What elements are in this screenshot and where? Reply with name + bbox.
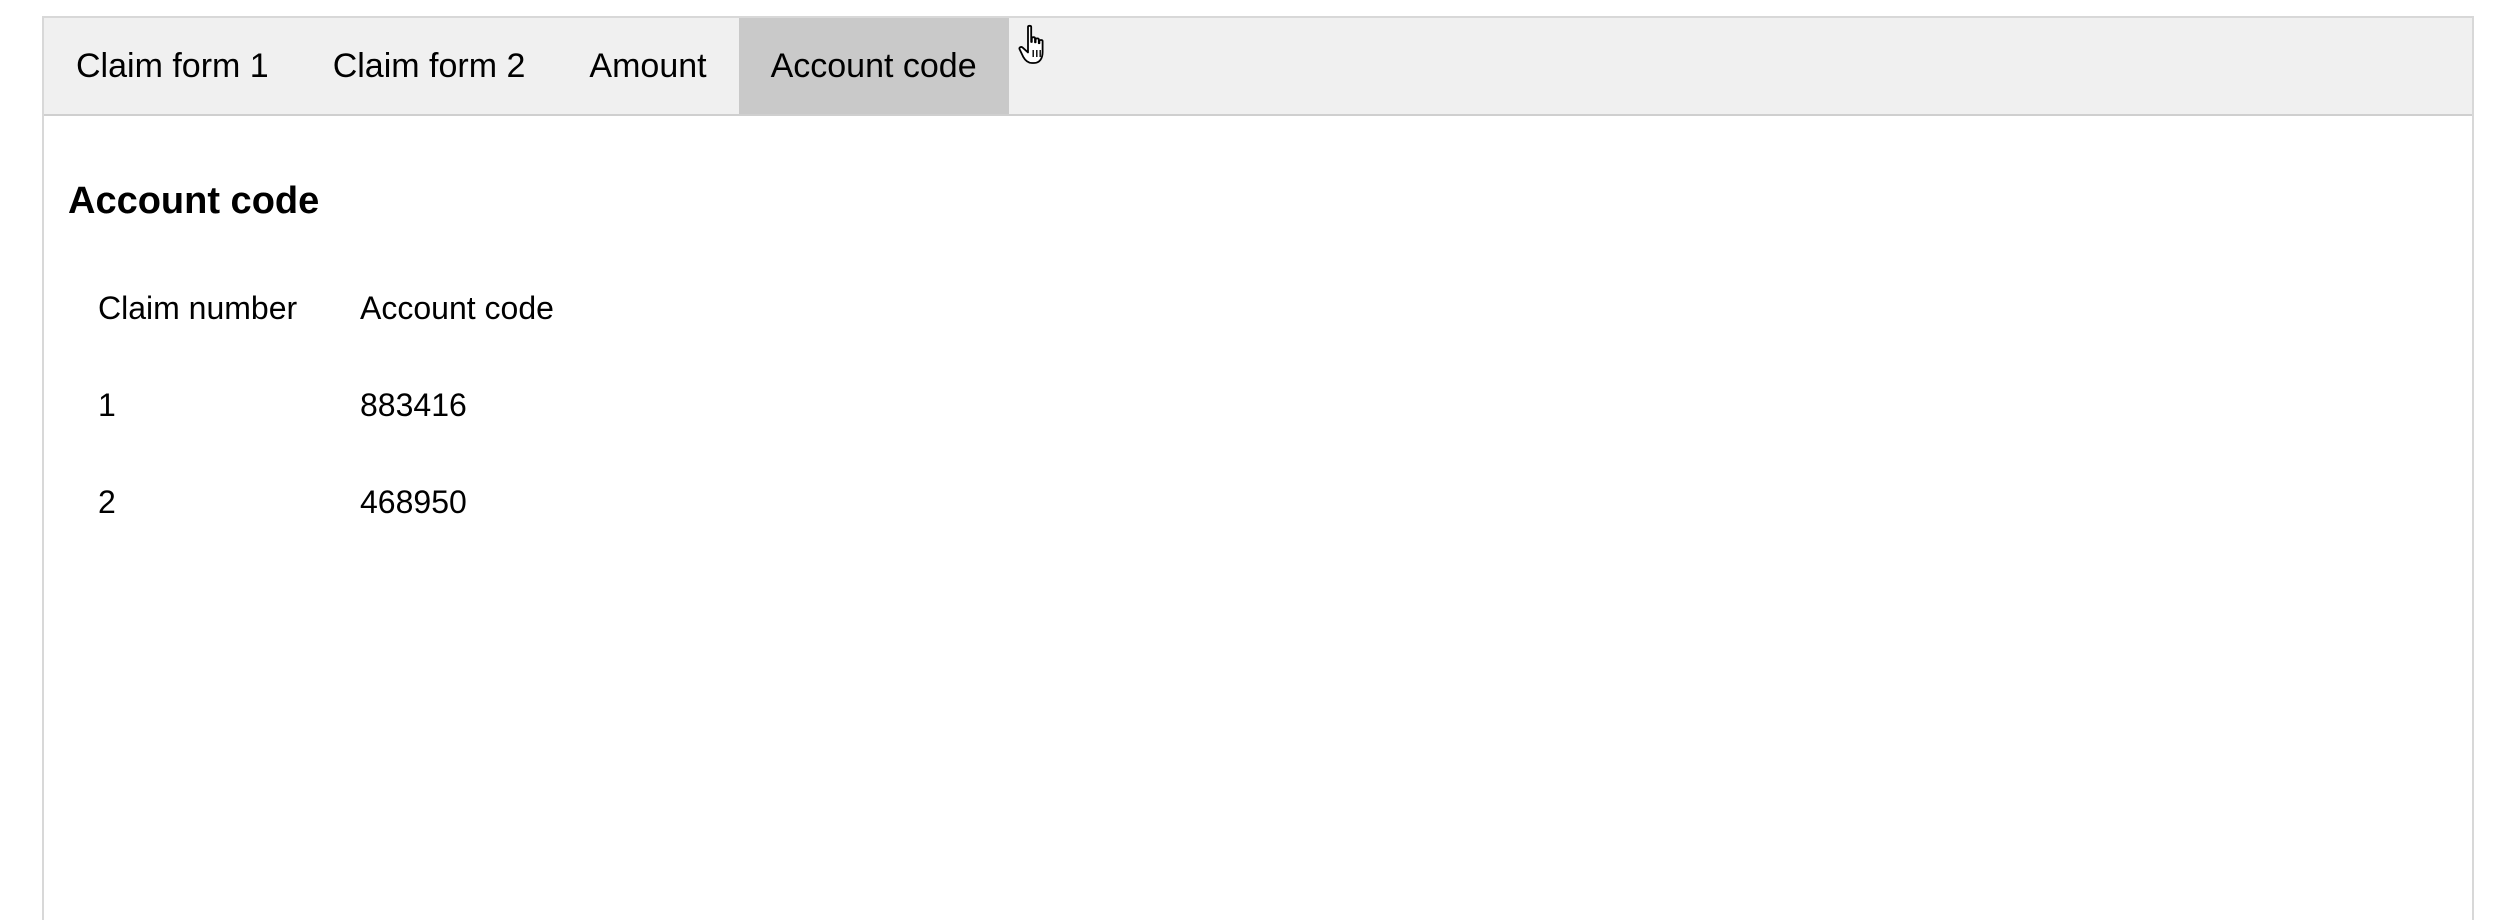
- hand-pointer-icon: [1018, 24, 1044, 64]
- section-heading: Account code: [68, 180, 320, 222]
- tab-content: Account code Claim number Account code 1…: [68, 116, 2472, 920]
- account-code-cell: 883416: [360, 387, 467, 423]
- table-row: 1 883416: [78, 357, 574, 454]
- table-header-row: Claim number Account code: [78, 260, 574, 357]
- claim-number-cell: 1: [98, 387, 116, 423]
- tab-bar: Claim form 1 Claim form 2 Amount Account…: [44, 18, 2472, 116]
- tab-account-code[interactable]: Account code: [738, 18, 1009, 114]
- claim-number-cell: 2: [98, 484, 116, 520]
- account-code-table: Claim number Account code 1 883416 2 468…: [78, 260, 574, 551]
- tab-amount[interactable]: Amount: [557, 18, 738, 114]
- tab-claim-form-2[interactable]: Claim form 2: [301, 18, 558, 114]
- claim-panel: Claim form 1 Claim form 2 Amount Account…: [42, 16, 2474, 920]
- table-row: 2 468950: [78, 454, 574, 551]
- column-header-account-code: Account code: [360, 290, 554, 326]
- tab-claim-form-1[interactable]: Claim form 1: [44, 18, 301, 114]
- account-code-cell: 468950: [360, 484, 467, 520]
- column-header-claim-number: Claim number: [98, 290, 298, 326]
